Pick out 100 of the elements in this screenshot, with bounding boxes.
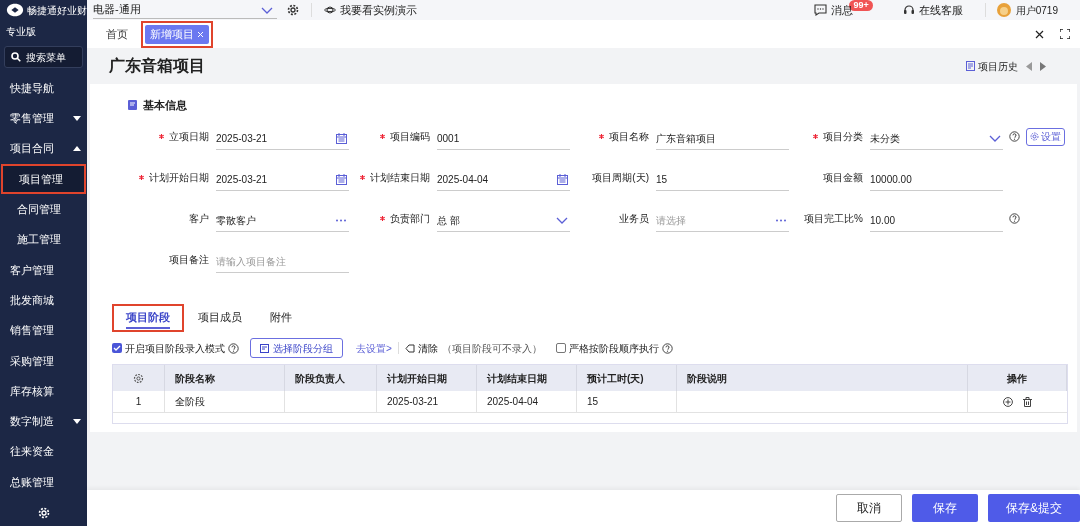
user-menu[interactable]: 用户0719	[995, 2, 1058, 18]
help-icon[interactable]	[1009, 213, 1020, 224]
checkbox[interactable]: 开启项目阶段录入模式	[112, 340, 225, 356]
brand-name: 畅捷通好业财	[27, 3, 87, 18]
help-icon[interactable]	[661, 342, 673, 354]
input-field[interactable]: 广东音箱项目	[656, 127, 789, 150]
search-icon	[11, 52, 21, 62]
sidebar-item[interactable]: 快捷导航	[0, 73, 87, 104]
field-label: 项目编码	[390, 130, 430, 144]
input-field[interactable]: 2025-03-21	[216, 168, 349, 191]
field-label: 项目分类	[823, 130, 863, 144]
chevron-down-icon	[556, 216, 568, 224]
detail-tab[interactable]: 附件	[270, 307, 292, 329]
sidebar-item[interactable]: 项目合同	[0, 133, 87, 164]
calendar-icon	[336, 173, 347, 185]
delete-icon[interactable]	[1023, 396, 1032, 407]
add-icon[interactable]	[1003, 396, 1013, 407]
input-field[interactable]: 10.00	[870, 209, 1003, 232]
history-link[interactable]: 项目历史	[966, 58, 1018, 74]
column-header: 计划结束日期	[477, 365, 577, 391]
field-label: 项目金额	[823, 171, 863, 185]
table-cell: 全阶段	[165, 391, 285, 412]
page-tab[interactable]: 新增项目	[145, 24, 209, 44]
sidebar-item[interactable]: 施工管理	[1, 224, 86, 255]
sidebar-item[interactable]: 库存核算	[0, 375, 87, 407]
footer-button[interactable]: 保存&提交	[988, 494, 1080, 522]
help-icon[interactable]	[1009, 131, 1020, 142]
input-field[interactable]: 未分类	[870, 127, 1003, 150]
column-header: 阶段说明	[677, 365, 968, 391]
sidebar-item[interactable]: 采购管理	[0, 345, 87, 376]
caret-down-icon	[73, 418, 81, 424]
checkmark-icon	[113, 345, 121, 351]
row-number: 1	[113, 391, 165, 412]
sidebar-item[interactable]: 批发商城	[0, 285, 87, 316]
chevron-down-icon	[261, 5, 273, 14]
field-label: 项目周期(天)	[592, 171, 649, 185]
sidebar-item[interactable]: 项目管理	[1, 163, 86, 195]
column-header: 阶段名称	[165, 365, 285, 391]
input-field[interactable]: 2025-03-21	[216, 127, 349, 150]
field-label: 项目名称	[609, 130, 649, 144]
document-icon	[128, 100, 137, 110]
page-title: 广东音箱项目	[109, 56, 205, 76]
previous-icon[interactable]	[1026, 61, 1032, 71]
field-label: 项目完工比%	[804, 212, 863, 226]
search-field[interactable]: 搜索菜单	[4, 46, 83, 68]
input-field[interactable]: 2025-04-04	[437, 168, 570, 191]
field-label: 计划结束日期	[370, 171, 430, 185]
headset-icon	[902, 4, 915, 16]
support-link[interactable]: 在线客服	[902, 1, 963, 19]
footer-button[interactable]: 取消	[836, 494, 902, 522]
sidebar-item[interactable]: 合同管理	[1, 194, 86, 225]
sidebar-item[interactable]: 零售管理	[0, 103, 87, 134]
input-field[interactable]: 零散客户	[216, 209, 349, 232]
sidebar-item[interactable]: 客户管理	[0, 254, 87, 286]
ellipsis-icon	[335, 218, 347, 222]
detail-tab[interactable]: 项目阶段	[126, 307, 170, 329]
field-label: 业务员	[619, 212, 649, 226]
hint-text: （项目阶段可不录入）	[441, 341, 542, 356]
field-label: 客户	[189, 212, 209, 226]
column-header: 阶段负责人	[285, 365, 377, 391]
caret-down-icon	[73, 115, 81, 121]
company-select[interactable]: 电器-通用	[93, 1, 277, 19]
chevron-down-icon	[989, 134, 1001, 142]
input-field[interactable]: 0001	[437, 127, 570, 150]
next-icon[interactable]	[1040, 61, 1046, 71]
fullscreen-icon[interactable]	[1060, 29, 1070, 39]
field-label: 计划开始日期	[149, 171, 209, 185]
column-header: 计划开始日期	[377, 365, 477, 391]
table-cell: 2025-04-04	[477, 391, 577, 412]
settings-icon[interactable]	[133, 372, 144, 384]
detail-tab[interactable]: 项目成员	[198, 307, 242, 329]
column-header: 操作	[968, 365, 1067, 391]
edition-label: 专业版	[6, 25, 37, 39]
sidebar-item[interactable]: 销售管理	[0, 315, 87, 346]
input-field[interactable]: 总 部	[437, 209, 570, 232]
calendar-icon	[557, 173, 568, 185]
avatar-icon	[995, 2, 1012, 18]
sidebar-item[interactable]: 数字制造	[0, 406, 87, 437]
choose-group-button[interactable]: 选择阶段分组	[250, 338, 343, 358]
demo-link[interactable]: 我要看实例演示	[324, 1, 417, 19]
field-label: 项目备注	[169, 253, 209, 267]
settings-icon	[37, 507, 50, 519]
input-field[interactable]: 15	[656, 168, 789, 191]
help-icon[interactable]	[228, 342, 239, 354]
close-icon[interactable]	[1035, 29, 1044, 39]
footer-button[interactable]: 保存	[912, 494, 978, 522]
eraser-icon	[404, 343, 415, 353]
settings-link[interactable]: 去设置>	[356, 340, 392, 356]
input-field[interactable]: 10000.00	[870, 168, 1003, 191]
document-icon	[966, 61, 975, 71]
page-tab[interactable]: 首页	[101, 24, 133, 44]
planet-icon	[324, 5, 336, 15]
settings-button[interactable]: 设置	[1026, 127, 1065, 146]
field-label: 立项日期	[169, 130, 209, 144]
checkbox[interactable]: 严格按阶段顺序执行	[555, 340, 659, 356]
list-icon	[260, 343, 269, 353]
settings-icon[interactable]	[287, 4, 299, 16]
clear-button[interactable]: 清除	[404, 340, 438, 356]
sidebar-item[interactable]: 总账管理	[0, 466, 87, 498]
sidebar-item[interactable]: 往来资金	[0, 436, 87, 467]
